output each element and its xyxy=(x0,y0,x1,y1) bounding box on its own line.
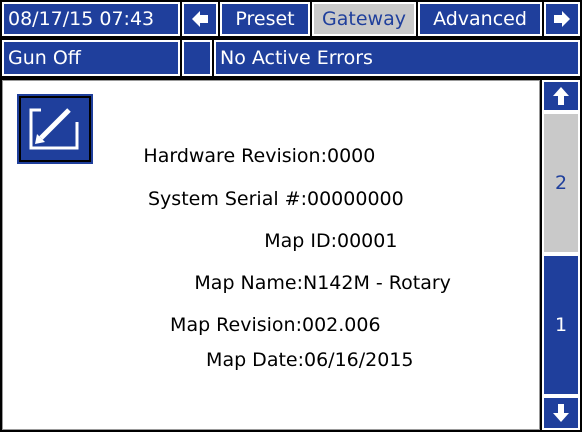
map-name-row: Map Name:N142M - Rotary xyxy=(3,272,451,294)
map-date-value: 06/16/2015 xyxy=(304,349,414,371)
map-id-row: Map ID:00001 xyxy=(3,230,397,252)
hardware-revision-row: Hardware Revision:0000 xyxy=(3,145,375,167)
scroll-down-button[interactable] xyxy=(542,396,580,430)
tab-gateway[interactable]: Gateway xyxy=(312,2,416,36)
datetime-text: 08/17/15 07:43 xyxy=(8,8,155,30)
scroll-up-icon xyxy=(553,87,569,105)
gun-status-text: Gun Off xyxy=(8,47,81,69)
left-arrow-icon xyxy=(192,11,208,27)
map-name-value: N142M - Rotary xyxy=(303,272,451,294)
datetime-display: 08/17/15 07:43 xyxy=(2,2,180,36)
hardware-revision-label: Hardware Revision: xyxy=(143,145,327,167)
system-serial-row: System Serial #:00000000 xyxy=(3,188,404,210)
prev-tab-button[interactable] xyxy=(182,2,218,36)
tab-preset[interactable]: Preset xyxy=(220,2,310,36)
map-revision-label: Map Revision: xyxy=(170,314,302,336)
scroll-up-button[interactable] xyxy=(542,80,580,112)
page-1-button[interactable]: 1 xyxy=(542,254,580,396)
map-date-row: Map Date:06/16/2015 xyxy=(3,349,414,371)
map-date-label: Map Date: xyxy=(206,349,304,371)
page-1-label: 1 xyxy=(554,314,568,336)
map-name-label: Map Name: xyxy=(194,272,303,294)
page-2-label: 2 xyxy=(554,172,568,194)
scroll-down-icon xyxy=(553,404,569,422)
tab-advanced[interactable]: Advanced xyxy=(418,2,542,36)
system-serial-value: 00000000 xyxy=(307,188,404,210)
tab-gateway-label: Gateway xyxy=(322,8,406,30)
tab-preset-label: Preset xyxy=(235,8,295,30)
system-serial-label: System Serial #: xyxy=(147,188,307,210)
map-id-label: Map ID: xyxy=(264,230,337,252)
map-revision-value: 002.006 xyxy=(302,314,381,336)
next-tab-button[interactable] xyxy=(544,2,580,36)
tab-advanced-label: Advanced xyxy=(433,8,527,30)
gun-status: Gun Off xyxy=(2,40,180,76)
map-revision-row: Map Revision:002.006 xyxy=(3,314,381,336)
right-arrow-icon xyxy=(554,11,570,27)
map-id-value: 00001 xyxy=(337,230,398,252)
info-panel: Hardware Revision:0000 System Serial #:0… xyxy=(2,80,540,430)
status-indicator xyxy=(182,40,212,76)
page-scroller: 2 1 xyxy=(542,80,580,430)
page-2-button[interactable]: 2 xyxy=(542,112,580,254)
error-status: No Active Errors xyxy=(214,40,580,76)
error-status-text: No Active Errors xyxy=(220,47,373,69)
hardware-revision-value: 0000 xyxy=(327,145,376,167)
